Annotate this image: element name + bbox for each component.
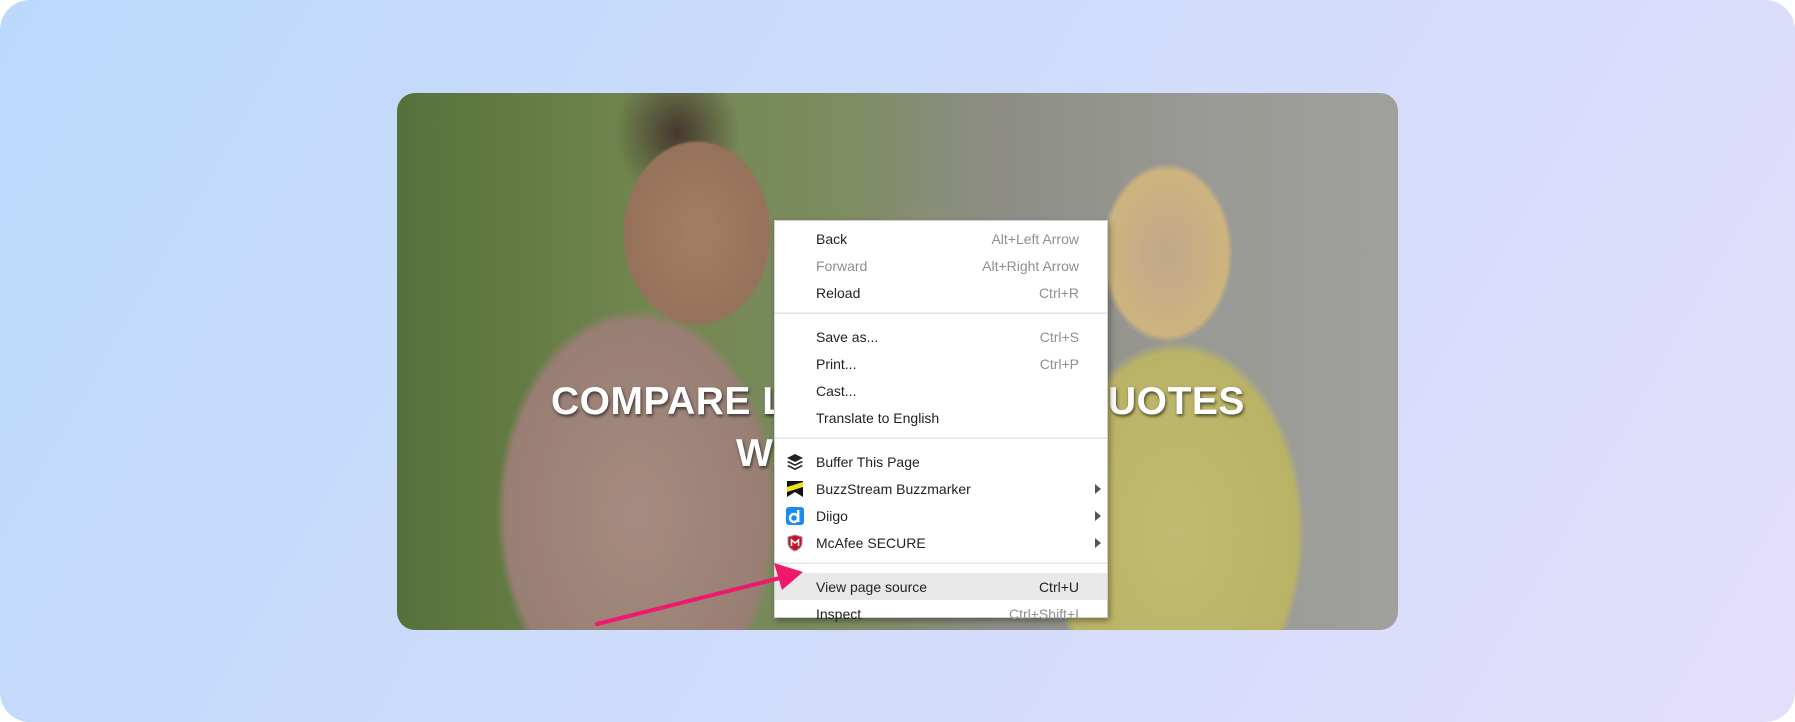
menu-item-shortcut: Ctrl+P (1039, 355, 1079, 372)
menu-item-label: Diigo (816, 507, 848, 524)
menu-item-label: Forward (816, 257, 868, 274)
buffer-icon (787, 454, 803, 470)
menu-item-label: Inspect (816, 605, 862, 622)
menu-item-diigo[interactable]: Diigo (775, 502, 1107, 529)
menu-item-shortcut: Ctrl+Shift+I (1008, 605, 1079, 622)
menu-item-forward[interactable]: Forward Alt+Right Arrow (775, 252, 1107, 279)
submenu-arrow-icon (1095, 511, 1101, 521)
hero-headline-right: UOTES (1108, 380, 1245, 423)
menu-item-print[interactable]: Print... Ctrl+P (775, 350, 1107, 377)
menu-item-label: Save as... (816, 328, 879, 345)
menu-item-save-as[interactable]: Save as... Ctrl+S (775, 323, 1107, 350)
menu-item-shortcut: Ctrl+U (1038, 578, 1079, 595)
menu-item-label: View page source (816, 578, 928, 595)
menu-item-label: Print... (816, 355, 857, 372)
menu-item-shortcut: Alt+Left Arrow (991, 230, 1079, 247)
menu-item-buzzstream[interactable]: BuzzStream Buzzmarker (775, 475, 1107, 502)
menu-separator (775, 562, 1107, 564)
menu-item-cast[interactable]: Cast... (775, 377, 1107, 404)
menu-item-translate[interactable]: Translate to English (775, 404, 1107, 431)
menu-item-label: Translate to English (816, 409, 940, 426)
menu-item-shortcut: Alt+Right Arrow (982, 257, 1079, 274)
menu-item-mcafee[interactable]: McAfee SECURE (775, 529, 1107, 556)
menu-item-shortcut: Ctrl+R (1038, 284, 1079, 301)
submenu-arrow-icon (1095, 538, 1101, 548)
menu-separator (775, 312, 1107, 314)
menu-separator (775, 437, 1107, 439)
diigo-icon (786, 507, 804, 525)
menu-item-buffer[interactable]: Buffer This Page (775, 448, 1107, 475)
buzzstream-icon (787, 481, 803, 497)
context-menu: Back Alt+Left Arrow Forward Alt+Right Ar… (774, 220, 1108, 622)
hero-headline-left: COMPARE L (551, 380, 787, 423)
menu-item-label: Buffer This Page (816, 453, 920, 470)
menu-item-shortcut: Ctrl+S (1039, 328, 1079, 345)
menu-item-label: Back (816, 230, 848, 247)
menu-item-label: McAfee SECURE (816, 534, 926, 551)
menu-item-reload[interactable]: Reload Ctrl+R (775, 279, 1107, 306)
menu-item-label: Reload (816, 284, 861, 301)
menu-item-back[interactable]: Back Alt+Left Arrow (775, 225, 1107, 252)
hero-headline-line2: W (736, 432, 774, 475)
mcafee-icon (787, 534, 803, 552)
menu-item-view-page-source[interactable]: View page source Ctrl+U (775, 573, 1107, 600)
menu-item-label: Cast... (816, 382, 857, 399)
menu-item-inspect[interactable]: Inspect Ctrl+Shift+I (775, 600, 1107, 627)
submenu-arrow-icon (1095, 484, 1101, 494)
menu-item-label: BuzzStream Buzzmarker (816, 480, 971, 497)
